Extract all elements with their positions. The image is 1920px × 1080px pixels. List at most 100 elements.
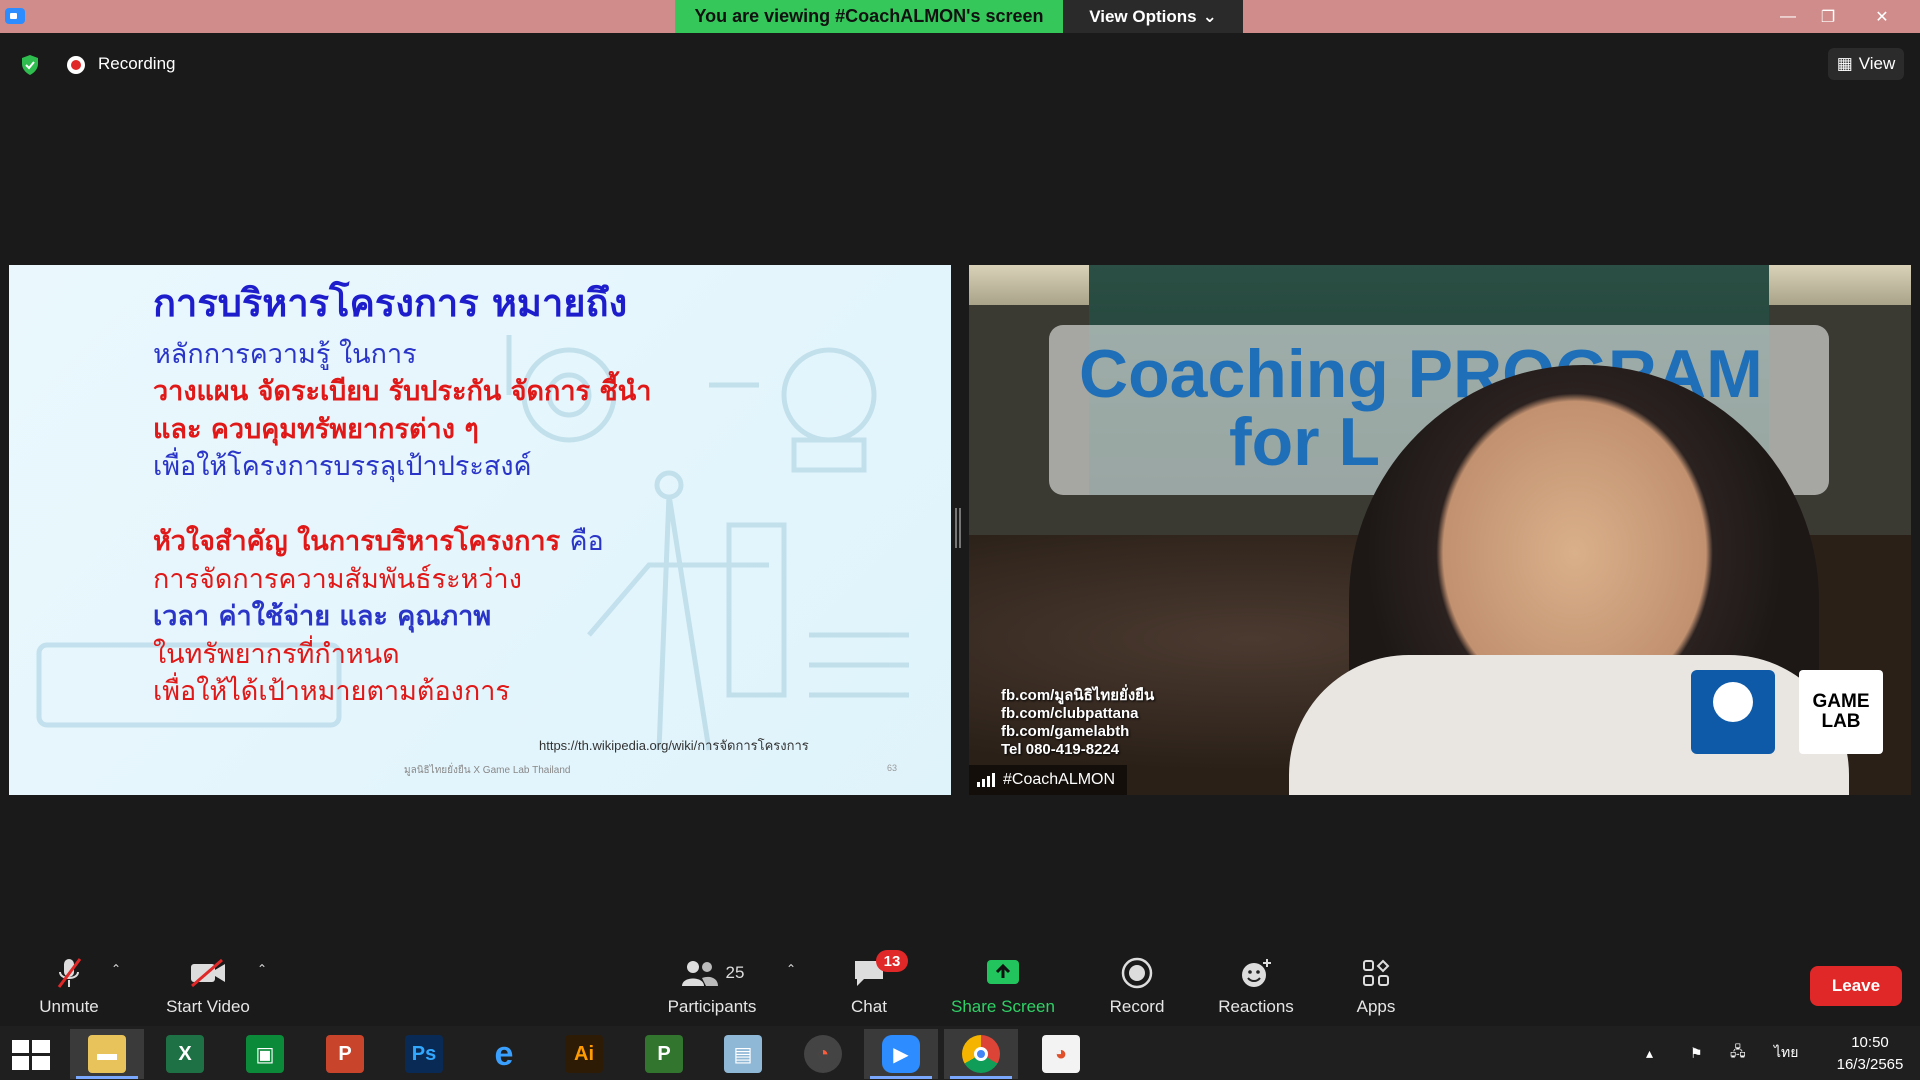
apps-button[interactable]: Apps bbox=[1316, 955, 1436, 1020]
share-screen-label: Share Screen bbox=[951, 997, 1055, 1016]
paint-icon: ◕ bbox=[1042, 1035, 1080, 1073]
zoom-app-icon bbox=[5, 8, 25, 24]
slide-line-3: และ ควบคุมทรัพยากรต่าง ๆ bbox=[153, 414, 479, 445]
powerpoint-icon: P bbox=[326, 1035, 364, 1073]
video-brand-line-2: for L bbox=[1229, 404, 1381, 480]
notepad-taskbar-icon[interactable]: ▤ bbox=[706, 1029, 780, 1079]
view-label: View bbox=[1858, 54, 1896, 73]
chrome-icon bbox=[962, 1035, 1000, 1073]
share-screen-button[interactable]: Share Screen bbox=[943, 955, 1063, 1020]
paint-taskbar-icon[interactable]: ◕ bbox=[1024, 1029, 1098, 1079]
leave-button[interactable]: Leave bbox=[1810, 966, 1902, 1006]
video-options-caret[interactable]: ⌃ bbox=[257, 962, 267, 976]
game-lab-logo: GAME LAB bbox=[1799, 670, 1883, 754]
title-bar: You are viewing #CoachALMON's screen Vie… bbox=[0, 0, 1920, 33]
photoscape-taskbar-icon[interactable]: ◔ bbox=[786, 1029, 860, 1079]
video-contact-info: fb.com/มูลนิธิไทยยั่งยืน fb.com/clubpatt… bbox=[1001, 687, 1154, 759]
powerpoint-taskbar-icon[interactable]: P bbox=[308, 1029, 382, 1079]
clock-date: 16/3/2565 bbox=[1836, 1056, 1904, 1073]
signal-strength-icon bbox=[977, 773, 995, 787]
folder-icon: ▬ bbox=[88, 1035, 126, 1073]
slide-title: การบริหารโครงการ หมายถึง bbox=[153, 281, 628, 325]
viewing-screen-banner: You are viewing #CoachALMON's screen bbox=[675, 0, 1063, 33]
emoji-plus-icon bbox=[1196, 955, 1316, 991]
chat-unread-badge: 13 bbox=[876, 950, 908, 972]
slide-line-6: การจัดการความสัมพันธ์ระหว่าง bbox=[153, 564, 522, 595]
recording-label[interactable]: Recording bbox=[98, 54, 176, 74]
slide-line-5: หัวใจสำคัญ ในการบริหารโครงการ คือ bbox=[153, 527, 604, 557]
record-label: Record bbox=[1109, 997, 1165, 1016]
unmute-label: Unmute bbox=[39, 997, 99, 1016]
project-taskbar-icon[interactable]: P bbox=[627, 1029, 701, 1079]
show-hidden-icons[interactable]: ▴ bbox=[1646, 1026, 1653, 1080]
share-screen-icon bbox=[943, 955, 1063, 991]
participants-button[interactable]: 25 Participants bbox=[652, 955, 772, 1020]
contact-line: Tel 080-419-8224 bbox=[1001, 741, 1120, 758]
participant-name-tag: #CoachALMON bbox=[969, 765, 1128, 795]
illustrator-taskbar-icon[interactable]: Ai bbox=[547, 1029, 621, 1079]
reactions-button[interactable]: Reactions bbox=[1196, 955, 1316, 1020]
start-video-label: Start Video bbox=[166, 997, 250, 1016]
apps-label: Apps bbox=[1356, 997, 1396, 1016]
start-video-button[interactable]: Start Video bbox=[148, 955, 268, 1020]
restore-button[interactable]: ❐ bbox=[1808, 0, 1848, 33]
internet-explorer-icon: e bbox=[494, 1034, 514, 1073]
grid-icon: ▦ bbox=[1836, 54, 1853, 73]
view-options-button[interactable]: View Options ⌄ bbox=[1063, 0, 1243, 33]
illustrator-icon: Ai bbox=[565, 1035, 603, 1073]
participants-options-caret[interactable]: ⌃ bbox=[786, 962, 796, 976]
chat-button[interactable]: Chat bbox=[809, 955, 929, 1020]
slide-line-9: เพื่อให้ได้เป้าหมายตามต้องการ bbox=[153, 676, 510, 707]
network-icon[interactable]: 🖧 bbox=[1730, 1026, 1746, 1080]
input-language[interactable]: ไทย bbox=[1774, 1026, 1798, 1080]
windows-start-icon[interactable] bbox=[12, 1040, 50, 1070]
chevron-down-icon: ⌄ bbox=[1202, 6, 1217, 26]
project-icon: P bbox=[645, 1035, 683, 1073]
file-explorer-taskbar-icon[interactable]: ▬ bbox=[70, 1029, 144, 1079]
photoshop-icon: Ps bbox=[405, 1035, 443, 1073]
video-camera-off-icon bbox=[148, 955, 268, 991]
panel-splitter-handle[interactable] bbox=[955, 508, 961, 548]
audio-options-caret[interactable]: ⌃ bbox=[111, 962, 121, 976]
action-center-flag-icon[interactable]: ⚑ bbox=[1690, 1026, 1703, 1080]
slide-page-number: 63 bbox=[887, 763, 898, 773]
slide-line-2: วางแผน จัดระเบียบ รับประกัน จัดการ ชี้นำ bbox=[153, 376, 652, 407]
view-options-label: View Options bbox=[1089, 6, 1197, 26]
taskbar-clock[interactable]: 10:50 16/3/2565 bbox=[1828, 1032, 1912, 1076]
photoshop-taskbar-icon[interactable]: Ps bbox=[387, 1029, 461, 1079]
windows-taskbar: ▬ X ▣ P Ps e Ai P ▤ ◔ ▶ ◕ bbox=[0, 1026, 1920, 1080]
record-icon bbox=[1077, 955, 1197, 991]
view-layout-button[interactable]: ▦ View bbox=[1828, 48, 1904, 80]
slide-line-7: เวลา ค่าใช้จ่าย และ คุณภาพ bbox=[153, 601, 492, 632]
shared-screen: การบริหารโครงการ หมายถึง หลักการความรู้ … bbox=[9, 265, 951, 795]
reactions-label: Reactions bbox=[1218, 997, 1294, 1016]
speaker-video-tile[interactable]: Coaching PROGRAM for L fb.com/มูลนิธิไทย… bbox=[969, 265, 1911, 795]
participants-icon-row: 25 bbox=[652, 955, 772, 991]
store-bag-icon: ▣ bbox=[246, 1035, 284, 1073]
zoom-taskbar-icon[interactable]: ▶ bbox=[864, 1029, 938, 1079]
close-button[interactable]: ✕ bbox=[1862, 0, 1902, 33]
slide-source-link: https://th.wikipedia.org/wiki/การจัดการโ… bbox=[539, 738, 809, 753]
apps-icon bbox=[1316, 955, 1436, 991]
shield-check-icon[interactable] bbox=[20, 54, 40, 76]
zoom-camera-icon: ▶ bbox=[882, 1035, 920, 1073]
participants-label: Participants bbox=[667, 997, 757, 1016]
store-taskbar-icon[interactable]: ▣ bbox=[228, 1029, 302, 1079]
chat-label: Chat bbox=[851, 997, 887, 1016]
chrome-taskbar-icon[interactable] bbox=[944, 1029, 1018, 1079]
internet-explorer-taskbar-icon[interactable]: e bbox=[467, 1029, 541, 1079]
slide-line-8: ในทรัพยากรที่กำหนด bbox=[153, 639, 400, 670]
contact-line: fb.com/gamelabth bbox=[1001, 723, 1130, 740]
notepad-icon: ▤ bbox=[724, 1035, 762, 1073]
slide-line-1: หลักการความรู้ ในการ bbox=[153, 339, 417, 370]
excel-taskbar-icon[interactable]: X bbox=[148, 1029, 222, 1079]
contact-line: fb.com/clubpattana bbox=[1001, 705, 1139, 722]
recording-icon bbox=[67, 56, 85, 74]
record-button[interactable]: Record bbox=[1077, 955, 1197, 1020]
photoscape-icon: ◔ bbox=[804, 1035, 842, 1073]
chat-bubble-icon bbox=[809, 955, 929, 991]
zoom-meeting-window: You are viewing #CoachALMON's screen Vie… bbox=[0, 0, 1920, 1080]
minimize-button[interactable]: — bbox=[1768, 0, 1808, 33]
slide-line-5-text: หัวใจสำคัญ ในการบริหารโครงการ bbox=[153, 526, 561, 557]
participant-name: #CoachALMON bbox=[1003, 771, 1116, 788]
